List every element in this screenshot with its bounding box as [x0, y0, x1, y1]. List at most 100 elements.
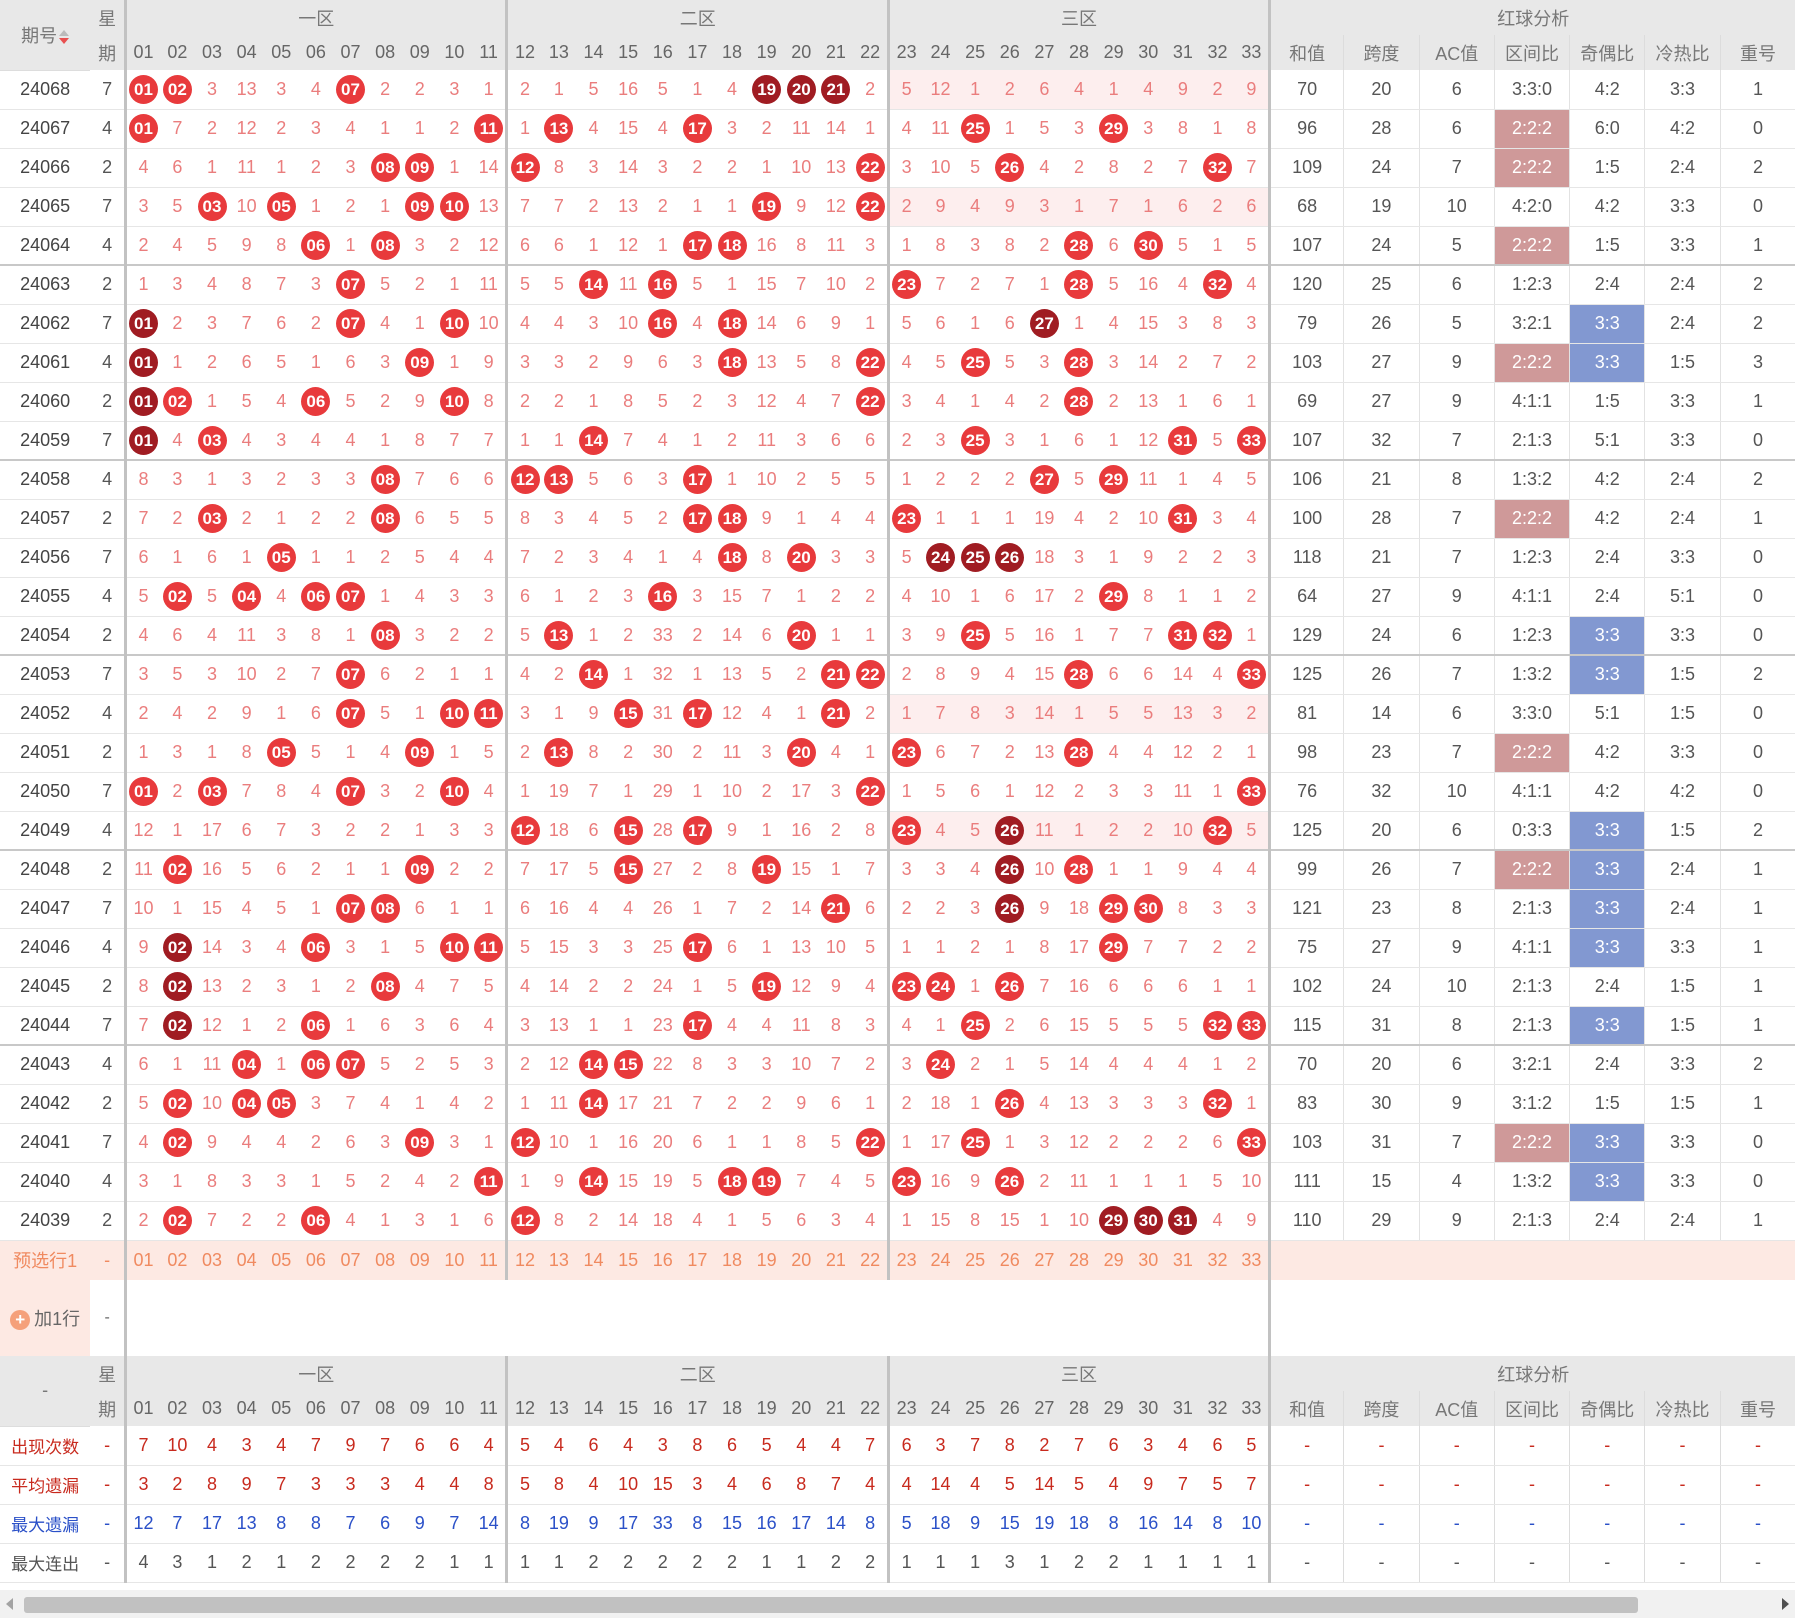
analysis-value: 5:1 — [1644, 577, 1721, 617]
issue-header[interactable]: 期号 — [0, 0, 91, 71]
number-cell: 2 — [263, 1201, 299, 1241]
analysis-value: 79 — [1268, 304, 1344, 344]
preselect-number-13[interactable]: 13 — [541, 1240, 577, 1280]
number-cell: 9 — [541, 1162, 577, 1202]
number-cell: 2 — [367, 382, 403, 422]
preselect-number-27[interactable]: 27 — [1027, 1240, 1062, 1280]
preselect-number-32[interactable]: 32 — [1200, 1240, 1235, 1280]
stat-value: 4 — [194, 1426, 230, 1466]
number-cell: 1 — [541, 694, 577, 734]
number-cell: 13 — [1165, 694, 1201, 734]
preselect-number-25[interactable]: 25 — [957, 1240, 993, 1280]
drawn-ball: 07 — [336, 777, 366, 806]
number-cell: 7 — [1096, 187, 1131, 227]
number-cell: 1 — [1234, 382, 1270, 422]
sort-icon[interactable] — [59, 30, 70, 44]
add-row-button[interactable]: + 加1行 — [0, 1280, 91, 1356]
number-cell: 6 — [1027, 70, 1062, 110]
preselect-number-30[interactable]: 30 — [1130, 1240, 1166, 1280]
stat-value: 1 — [1200, 1543, 1235, 1583]
scroll-right-icon[interactable] — [1782, 1598, 1789, 1610]
analysis-value: 2:2:2 — [1493, 343, 1570, 383]
number-header-20: 20 — [783, 35, 819, 70]
horizontal-scrollbar[interactable] — [0, 1590, 1795, 1618]
preselect-number-14[interactable]: 14 — [576, 1240, 611, 1280]
number-cell: 11 — [1027, 811, 1062, 851]
number-cell: 32 — [1200, 1006, 1235, 1046]
preselect-number-11[interactable]: 11 — [471, 1240, 507, 1280]
weekday: 4 — [90, 1044, 127, 1085]
preselect-number-09[interactable]: 09 — [402, 1240, 438, 1280]
number-cell: 5 — [471, 967, 507, 1007]
preselect-row[interactable]: 预选行1-01 02 03 04 05 06 07 08 09 10 11 12 13 14 15 16 17 1… — [0, 1240, 1795, 1280]
preselect-number-16[interactable]: 16 — [645, 1240, 681, 1280]
preselect-number-22[interactable]: 22 — [853, 1240, 889, 1280]
number-cell: 3 — [1200, 499, 1235, 539]
number-cell: 2 — [957, 264, 993, 305]
scroll-left-icon[interactable] — [6, 1598, 13, 1610]
preselect-number-10[interactable]: 10 — [437, 1240, 472, 1280]
number-cell: 1 — [1200, 1044, 1235, 1085]
number-cell: 1 — [992, 1123, 1028, 1163]
preselect-number-28[interactable]: 28 — [1061, 1240, 1097, 1280]
number-cell: 6 — [1234, 187, 1270, 227]
number-header-25: 25 — [957, 35, 993, 70]
number-cell: 7 — [714, 889, 750, 929]
analysis-col-header: 区间比 — [1493, 1391, 1570, 1426]
drawn-ball: 15 — [613, 855, 643, 885]
number-cell: 2 — [1061, 772, 1097, 812]
number-cell: 1 — [576, 616, 611, 656]
number-cell: 7 — [680, 1084, 715, 1124]
drawn-ball: 08 — [370, 504, 400, 533]
number-cell: 10 — [437, 694, 472, 734]
number-cell: 1 — [1165, 459, 1201, 500]
number-cell: 5 — [333, 382, 368, 422]
number-cell: 2 — [853, 70, 889, 110]
number-cell: 12 — [505, 148, 542, 188]
preselect-number-20[interactable]: 20 — [783, 1240, 819, 1280]
preselect-number-21[interactable]: 21 — [818, 1240, 854, 1280]
preselect-number-01[interactable]: 01 — [125, 1240, 161, 1280]
weekday: 4 — [90, 226, 127, 266]
preselect-number-33[interactable]: 33 — [1234, 1240, 1270, 1280]
number-cell: 2 — [714, 148, 750, 188]
preselect-number-29[interactable]: 29 — [1096, 1240, 1131, 1280]
issue-number: 24064 — [0, 226, 91, 266]
preselect-number-24[interactable]: 24 — [923, 1240, 958, 1280]
preselect-number-31[interactable]: 31 — [1165, 1240, 1201, 1280]
preselect-number-04[interactable]: 04 — [229, 1240, 264, 1280]
preselect-number-17[interactable]: 17 — [680, 1240, 715, 1280]
analysis-value: 4:2 — [1569, 499, 1645, 539]
number-cell: 7 — [818, 1044, 854, 1085]
stat-value: 13 — [229, 1504, 264, 1544]
preselect-number-02[interactable]: 02 — [160, 1240, 195, 1280]
preselect-number-12[interactable]: 12 — [505, 1240, 542, 1280]
preselect-number-15[interactable]: 15 — [610, 1240, 646, 1280]
drawn-ball: 02 — [162, 933, 192, 962]
number-cell: 17 — [541, 849, 577, 890]
preselect-number-08[interactable]: 08 — [367, 1240, 403, 1280]
drawn-ball: 17 — [682, 1010, 712, 1040]
preselect-number-18[interactable]: 18 — [714, 1240, 750, 1280]
number-cell: 2 — [1165, 538, 1201, 578]
preselect-number-19[interactable]: 19 — [749, 1240, 784, 1280]
number-header-23: 23 — [887, 35, 924, 70]
number-cell: 1 — [992, 928, 1028, 968]
preselect-number-26[interactable]: 26 — [992, 1240, 1028, 1280]
preselect-number-05[interactable]: 05 — [263, 1240, 299, 1280]
number-cell: 8 — [1096, 148, 1131, 188]
preselect-number-06[interactable]: 06 — [298, 1240, 334, 1280]
number-cell: 1 — [402, 694, 438, 734]
analysis-header: 红球分析 — [1268, 0, 1795, 35]
preselect-number-23[interactable]: 23 — [887, 1240, 924, 1280]
number-cell: 11 — [783, 109, 819, 149]
number-cell: 1 — [437, 889, 472, 929]
scroll-thumb[interactable] — [24, 1597, 1638, 1613]
preselect-number-03[interactable]: 03 — [194, 1240, 230, 1280]
number-cell: 33 — [1234, 772, 1270, 812]
number-cell: 3 — [992, 421, 1028, 461]
stat-row: 最大遗漏 -12 7 17 13 8 8 7 6 9 7 14 8 19 9 17 33 8 15 16 17 14 8 5 1… — [0, 1504, 1795, 1544]
preselect-number-07[interactable]: 07 — [333, 1240, 368, 1280]
analysis-value: 24 — [1343, 148, 1420, 188]
stat-value: 15 — [992, 1504, 1028, 1544]
